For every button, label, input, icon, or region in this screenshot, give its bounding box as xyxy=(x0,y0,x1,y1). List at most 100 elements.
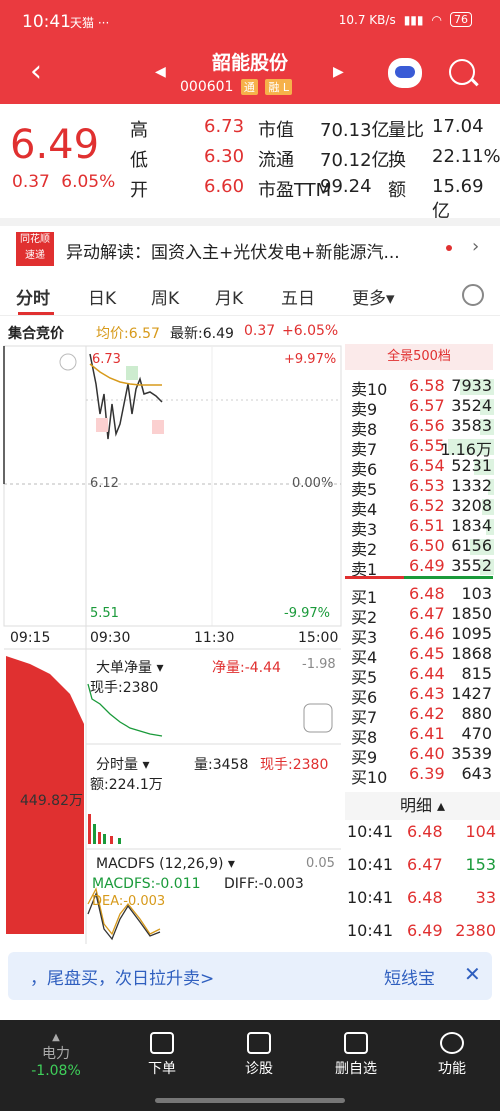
bid-volume: 1868 xyxy=(451,644,492,663)
banner-product: 短线宝 xyxy=(384,969,435,989)
quote-label: 换 xyxy=(388,150,406,171)
bid-row[interactable]: 买2 6.47 1850 xyxy=(351,604,496,627)
battery-icon: 76 xyxy=(450,12,472,27)
bottom-remove-watch[interactable]: 删自选 xyxy=(316,1032,396,1078)
ask-price: 6.57 xyxy=(409,396,445,415)
stock-code: 000601 xyxy=(180,79,234,95)
tab-fenshi[interactable]: 分时 xyxy=(16,284,50,309)
price-change: 0.37 6.05% xyxy=(12,172,115,192)
trade-volume: 153 xyxy=(465,855,496,874)
search-icon[interactable] xyxy=(449,59,475,85)
ask-volume: 5231 xyxy=(451,456,492,475)
marker-9-c xyxy=(152,420,164,434)
robot-assistant-icon[interactable] xyxy=(388,58,422,88)
volume-turnover: 额:224.1万 xyxy=(90,777,163,793)
bid-row[interactable]: 买10 6.39 643 xyxy=(351,764,496,787)
price-frame xyxy=(3,345,342,627)
top-pct-label: +9.97% xyxy=(284,352,337,367)
change-value: 0.37 xyxy=(12,172,50,192)
bottom-diagnose[interactable]: 诊股 xyxy=(219,1032,299,1078)
bid-price: 6.45 xyxy=(409,644,445,663)
ask-row[interactable]: 卖9 6.57 3524 xyxy=(351,396,496,419)
bottom-order[interactable]: 下单 xyxy=(122,1032,202,1078)
ask-row[interactable]: 卖10 6.58 7933 xyxy=(351,376,496,399)
chart-settings-icon[interactable] xyxy=(462,284,484,306)
tab-month-k[interactable]: 月K xyxy=(215,284,243,309)
ask-row[interactable]: 卖3 6.51 1834 xyxy=(351,516,496,539)
trade-price: 6.47 xyxy=(407,855,443,874)
close-icon[interactable]: ✕ xyxy=(464,962,481,986)
tab-more[interactable]: 更多▾ xyxy=(352,284,395,309)
bid-price: 6.47 xyxy=(409,604,445,623)
ask-row[interactable]: 卖1 6.49 3552 xyxy=(351,556,496,579)
wifi-icon: ◠ xyxy=(431,12,442,27)
diff-label: DIFF:-0.003 xyxy=(224,876,304,892)
time-0930: 09:30 xyxy=(90,630,131,646)
bottom-sector[interactable]: ▲ 电力 -1.08% xyxy=(16,1032,96,1079)
trade-volume: 33 xyxy=(475,888,496,907)
bid-row[interactable]: 买8 6.41 470 xyxy=(351,724,496,747)
bid-row[interactable]: 买4 6.45 1868 xyxy=(351,644,496,667)
ask-row[interactable]: 卖6 6.54 5231 xyxy=(351,456,496,479)
bid-row[interactable]: 买1 6.48 103 xyxy=(351,584,496,607)
bid-price: 6.42 xyxy=(409,704,445,723)
quote-value: 70.13亿 xyxy=(320,120,390,141)
menu-icon xyxy=(440,1032,464,1054)
top-price-label: 6.73 xyxy=(92,352,121,367)
detail-header[interactable]: 明细 ▴ xyxy=(345,792,500,820)
chart-header: 集合竞价 均价:6.57 最新:6.49 0.37 +6.05% xyxy=(0,318,345,344)
quote-value: 70.12亿 xyxy=(320,150,390,171)
news-logo: 同花顺 速递 xyxy=(16,232,54,266)
avg-price: 均价:6.57 xyxy=(96,326,160,342)
diagnose-label: 诊股 xyxy=(245,1061,273,1077)
trade-volume: 104 xyxy=(465,822,496,841)
book-divider xyxy=(345,576,493,579)
fullscreen-icon[interactable] xyxy=(303,703,333,733)
book-header[interactable]: 全景500档 xyxy=(345,344,493,370)
ask-row[interactable]: 卖2 6.50 6156 xyxy=(351,536,496,559)
latest-pct: +6.05% xyxy=(282,323,339,339)
ask-price: 6.49 xyxy=(409,556,445,575)
status-time: 10:41 xyxy=(22,12,71,32)
macd-title[interactable]: MACDFS (12,26,9) ▾ xyxy=(96,856,235,872)
remove-watch-label: 删自选 xyxy=(335,1061,377,1077)
trade-time: 10:41 xyxy=(347,822,394,841)
bid-row[interactable]: 买9 6.40 3539 xyxy=(351,744,496,767)
home-indicator xyxy=(155,1098,345,1103)
volume-title[interactable]: 分时量 ▾ xyxy=(96,754,149,774)
ask-row[interactable]: 卖5 6.53 1332 xyxy=(351,476,496,499)
bid-row[interactable]: 买3 6.46 1095 xyxy=(351,624,496,647)
big-order-title[interactable]: 大单净量 ▾ xyxy=(96,657,163,677)
news-text: 异动解读：国资入主+光伏发电+新能源汽... xyxy=(66,243,400,263)
time-1130: 11:30 xyxy=(194,630,235,646)
bid-row[interactable]: 买7 6.42 880 xyxy=(351,704,496,727)
news-bar[interactable]: 同花顺 速递 异动解读：国资入主+光伏发电+新能源汽... › xyxy=(0,218,500,268)
current-price: 6.49 xyxy=(10,122,100,168)
intraday-chart[interactable]: 6.73 6.12 5.51 +9.97% 0.00% -9.97% 09:15… xyxy=(0,344,345,954)
tab-five-day[interactable]: 五日 xyxy=(281,284,315,309)
ask-row[interactable]: 卖4 6.52 3208 xyxy=(351,496,496,519)
trade-price: 6.48 xyxy=(407,888,443,907)
quote-value: 15.69亿 xyxy=(432,176,484,222)
tab-day-k[interactable]: 日K xyxy=(88,284,116,309)
promo-banner[interactable]: ，尾盘买，次日拉升卖> 短线宝 ✕ xyxy=(8,952,492,1000)
app-header: 10:41 天猫 ··· 10.7 KB/s ▮▮▮ ◠ 76 ‹ ◀ 韶能股份… xyxy=(0,0,500,104)
signal-icon: ▮▮▮ xyxy=(403,12,424,27)
tag-rong: 融 L xyxy=(265,79,292,95)
bottom-functions[interactable]: 功能 xyxy=(412,1032,492,1078)
bid-price: 6.40 xyxy=(409,744,445,763)
quote-value: 6.73 xyxy=(204,116,245,137)
tab-week-k[interactable]: 周K xyxy=(151,284,179,309)
bid-row[interactable]: 买6 6.43 1427 xyxy=(351,684,496,707)
next-stock-icon[interactable]: ▶ xyxy=(333,64,344,80)
quote-label: 市值 xyxy=(258,120,294,141)
bid-volume: 643 xyxy=(461,764,492,783)
ask-row[interactable]: 卖8 6.56 3583 xyxy=(351,416,496,439)
help-icon[interactable] xyxy=(59,353,77,371)
mid-pct-label: 0.00% xyxy=(292,476,334,491)
bid-row[interactable]: 买5 6.44 815 xyxy=(351,664,496,687)
ask-row[interactable]: 卖7 6.55 1.16万 xyxy=(351,436,496,459)
functions-label: 功能 xyxy=(438,1061,466,1077)
quote-label: 开 xyxy=(130,180,148,201)
ask-volume: 3552 xyxy=(451,556,492,575)
